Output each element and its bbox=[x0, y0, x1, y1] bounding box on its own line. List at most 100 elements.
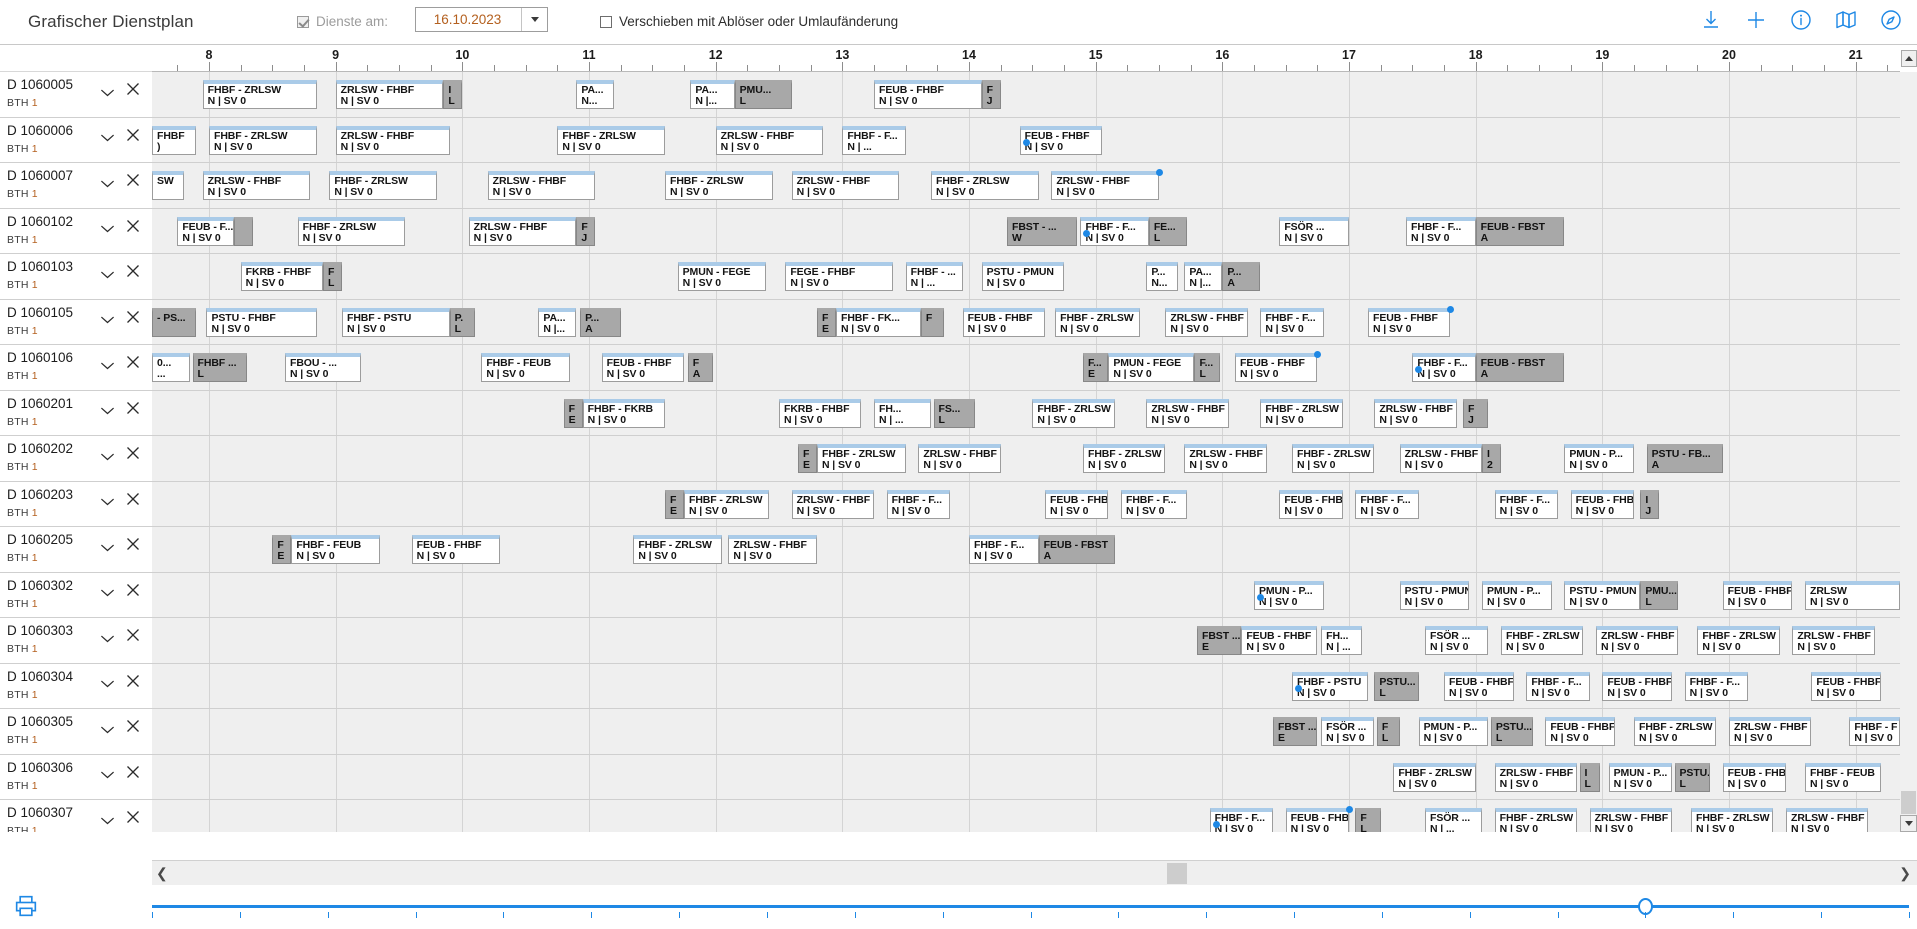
break-block[interactable]: I2 bbox=[1482, 444, 1501, 473]
trip-block[interactable]: ZRLSW - FHBFN | SV 0 bbox=[792, 171, 900, 200]
duty-row-label[interactable]: D 1060304BTH 1 bbox=[0, 664, 152, 710]
trip-block[interactable]: FHBF - FN | SV 0 bbox=[1849, 717, 1900, 746]
trip-block[interactable]: FSÖR ...N | SV 0 bbox=[1425, 626, 1488, 655]
close-icon[interactable] bbox=[126, 492, 140, 506]
chevron-down-icon[interactable] bbox=[100, 630, 115, 640]
duty-row-label[interactable]: D 1060103BTH 1 bbox=[0, 254, 152, 300]
chevron-down-icon[interactable] bbox=[521, 8, 547, 31]
chevron-down-icon[interactable] bbox=[100, 84, 115, 94]
vertical-scrollbar-thumb[interactable] bbox=[1901, 791, 1916, 814]
close-icon[interactable] bbox=[126, 719, 140, 733]
trip-block[interactable]: FHBF - ZRLSWN | SV 0 bbox=[1260, 399, 1342, 428]
break-block[interactable]: PSTU...L bbox=[1675, 763, 1710, 792]
trip-block[interactable]: FEUB - FHBFN | SV 0 bbox=[1235, 353, 1317, 382]
break-block[interactable]: IL bbox=[443, 80, 462, 109]
vertical-scrollbar[interactable] bbox=[1900, 72, 1917, 832]
trip-block[interactable]: FHBF - ZRLSWN | SV 0 bbox=[209, 126, 317, 155]
trip-block[interactable]: FHBF - F...N | SV 0 bbox=[1412, 353, 1475, 382]
printer-icon[interactable] bbox=[12, 892, 40, 920]
duty-row-label[interactable]: D 1060007BTH 1 bbox=[0, 163, 152, 209]
dienste-am-checkbox[interactable] bbox=[297, 16, 309, 28]
close-icon[interactable] bbox=[126, 264, 140, 278]
break-block[interactable]: FJ bbox=[1463, 399, 1488, 428]
trip-block[interactable]: FEUB - FHBFN | SV 0 bbox=[1602, 672, 1672, 701]
trip-block[interactable]: FHBF - F...N | SV 0 bbox=[1526, 672, 1589, 701]
horizontal-scrollbar[interactable]: ❮ ❯ bbox=[152, 860, 1917, 885]
close-icon[interactable] bbox=[126, 128, 140, 142]
break-block[interactable] bbox=[234, 217, 253, 246]
close-icon[interactable] bbox=[126, 810, 140, 824]
chevron-down-icon[interactable] bbox=[100, 266, 115, 276]
close-icon[interactable] bbox=[126, 401, 140, 415]
break-block[interactable]: FHBF ...L bbox=[193, 353, 247, 382]
trip-block[interactable]: FH...N | ... bbox=[1321, 626, 1362, 655]
break-block[interactable]: FBST - ...W bbox=[1007, 217, 1077, 246]
trip-block[interactable]: FEUB - FHBFN | SV 0 bbox=[1020, 126, 1102, 155]
break-block[interactable]: - PS... bbox=[152, 308, 196, 337]
trip-block[interactable]: FEUB - FHBFN | SV 0 bbox=[1571, 490, 1634, 519]
chevron-down-icon[interactable] bbox=[100, 448, 115, 458]
trip-block[interactable]: FHBF - ZRLSWN | SV 0 bbox=[203, 80, 317, 109]
trip-block[interactable]: ZRLSW - FHBFN | SV 0 bbox=[469, 217, 577, 246]
trip-block[interactable]: FEUB - FHBFN | SV 0 bbox=[1444, 672, 1514, 701]
trip-block[interactable]: FKRB - FHBFN | SV 0 bbox=[779, 399, 861, 428]
break-block[interactable]: FE bbox=[817, 308, 836, 337]
trip-block[interactable]: ZRLSW - FHBFN | SV 0 bbox=[488, 171, 596, 200]
break-block[interactable]: FBST ...E bbox=[1273, 717, 1317, 746]
trip-block[interactable]: FH...N | ... bbox=[874, 399, 931, 428]
timeline-track-column[interactable]: FHBF - ZRLSWN | SV 0 ZRLSW - FHBFN | SV 0… bbox=[152, 72, 1900, 832]
download-icon[interactable] bbox=[1699, 8, 1723, 32]
trip-block[interactable]: PMUN - P...N | SV 0 bbox=[1419, 717, 1489, 746]
trip-block[interactable]: FHBF - FK...N | SV 0 bbox=[836, 308, 921, 337]
trip-block[interactable]: FSÖR ...N | SV 0 bbox=[1279, 217, 1349, 246]
chevron-down-icon[interactable] bbox=[100, 676, 115, 686]
trip-block[interactable]: FHBF - ZRLSWN | SV 0 bbox=[1055, 308, 1140, 337]
trip-block[interactable]: FEUB - FHBFN | SV 0 bbox=[963, 308, 1045, 337]
trip-block[interactable]: FHBF - FEUBN | SV 0 bbox=[481, 353, 570, 382]
trip-block[interactable]: FHBF - ZRLSWN | SV 0 bbox=[931, 171, 1039, 200]
break-block[interactable]: FJ bbox=[576, 217, 595, 246]
trip-block[interactable]: FEUB - FHBFN | SV 0 bbox=[1279, 490, 1342, 519]
break-block[interactable]: FE bbox=[272, 535, 291, 564]
break-block[interactable]: FS...L bbox=[934, 399, 976, 428]
trip-block[interactable]: ZRLSW - FHBFN | SV 0 bbox=[1729, 717, 1811, 746]
trip-block[interactable]: ZRLSW - FHBFN | SV 0 bbox=[336, 80, 444, 109]
trip-block[interactable]: PMUN - FEGEN | SV 0 bbox=[1108, 353, 1194, 382]
trip-block[interactable]: PSTU - PMUNN | SV 0 bbox=[1400, 581, 1470, 610]
break-block[interactable]: FE...L bbox=[1149, 217, 1187, 246]
trip-block[interactable]: PSTU - PMUNN | SV 0 bbox=[1564, 581, 1640, 610]
close-icon[interactable] bbox=[126, 765, 140, 779]
trip-block[interactable]: FHBF - ZRLSWN | SV 0 bbox=[1083, 444, 1165, 473]
break-block[interactable]: FL bbox=[323, 262, 342, 291]
close-icon[interactable] bbox=[126, 310, 140, 324]
trip-block[interactable]: ZRLSW - FHBFN | SV 0 bbox=[203, 171, 311, 200]
trip-block[interactable]: ZRLSW - FHBFN | SV 0 bbox=[918, 444, 1000, 473]
vscrollbar-up-button[interactable] bbox=[1900, 45, 1917, 72]
trip-block[interactable]: FEUB - FHBFN | SV 0 bbox=[602, 353, 684, 382]
trip-block[interactable]: PA...N... bbox=[576, 80, 614, 109]
break-block[interactable]: FEUB - FBSTA bbox=[1039, 535, 1115, 564]
close-icon[interactable] bbox=[126, 583, 140, 597]
duty-row-label[interactable]: D 1060303BTH 1 bbox=[0, 618, 152, 664]
trip-block[interactable]: FHBF) bbox=[152, 126, 196, 155]
trip-block[interactable]: PMUN - P...N | SV 0 bbox=[1482, 581, 1552, 610]
break-block[interactable]: P...A bbox=[580, 308, 621, 337]
break-block[interactable]: PSTU - FB...A bbox=[1647, 444, 1723, 473]
trip-block[interactable]: ZRLSW - FHBFN | SV 0 bbox=[1590, 808, 1672, 832]
trip-block[interactable]: FHBF - F...N | SV 0 bbox=[1210, 808, 1273, 832]
break-block[interactable]: FE bbox=[798, 444, 817, 473]
trip-block[interactable]: PSTU - FHBFN | SV 0 bbox=[206, 308, 316, 337]
trip-block[interactable]: FHBF - FKRBN | SV 0 bbox=[583, 399, 665, 428]
trip-block[interactable]: FHBF - ZRLSWN | SV 0 bbox=[665, 171, 773, 200]
trip-block[interactable]: FEUB - FHBFN | SV 0 bbox=[874, 80, 982, 109]
trip-block[interactable]: FKRB - FHBFN | SV 0 bbox=[241, 262, 323, 291]
trip-block[interactable]: ZRLSW - FHBFN | SV 0 bbox=[1165, 308, 1247, 337]
trip-block[interactable]: ZRLSW - FHBFN | SV 0 bbox=[1146, 399, 1228, 428]
break-block[interactable]: FEUB - FBSTA bbox=[1476, 217, 1565, 246]
duty-row-label[interactable]: D 1060102BTH 1 bbox=[0, 209, 152, 255]
trip-block[interactable]: FHBF - F...N | SV 0 bbox=[1355, 490, 1418, 519]
chevron-down-icon[interactable] bbox=[100, 357, 115, 367]
trip-block[interactable]: FEUB - F...N | SV 0 bbox=[177, 217, 234, 246]
trip-block[interactable]: FHBF - ZRLSWN | SV 0 bbox=[684, 490, 769, 519]
chevron-down-icon[interactable] bbox=[100, 812, 115, 822]
